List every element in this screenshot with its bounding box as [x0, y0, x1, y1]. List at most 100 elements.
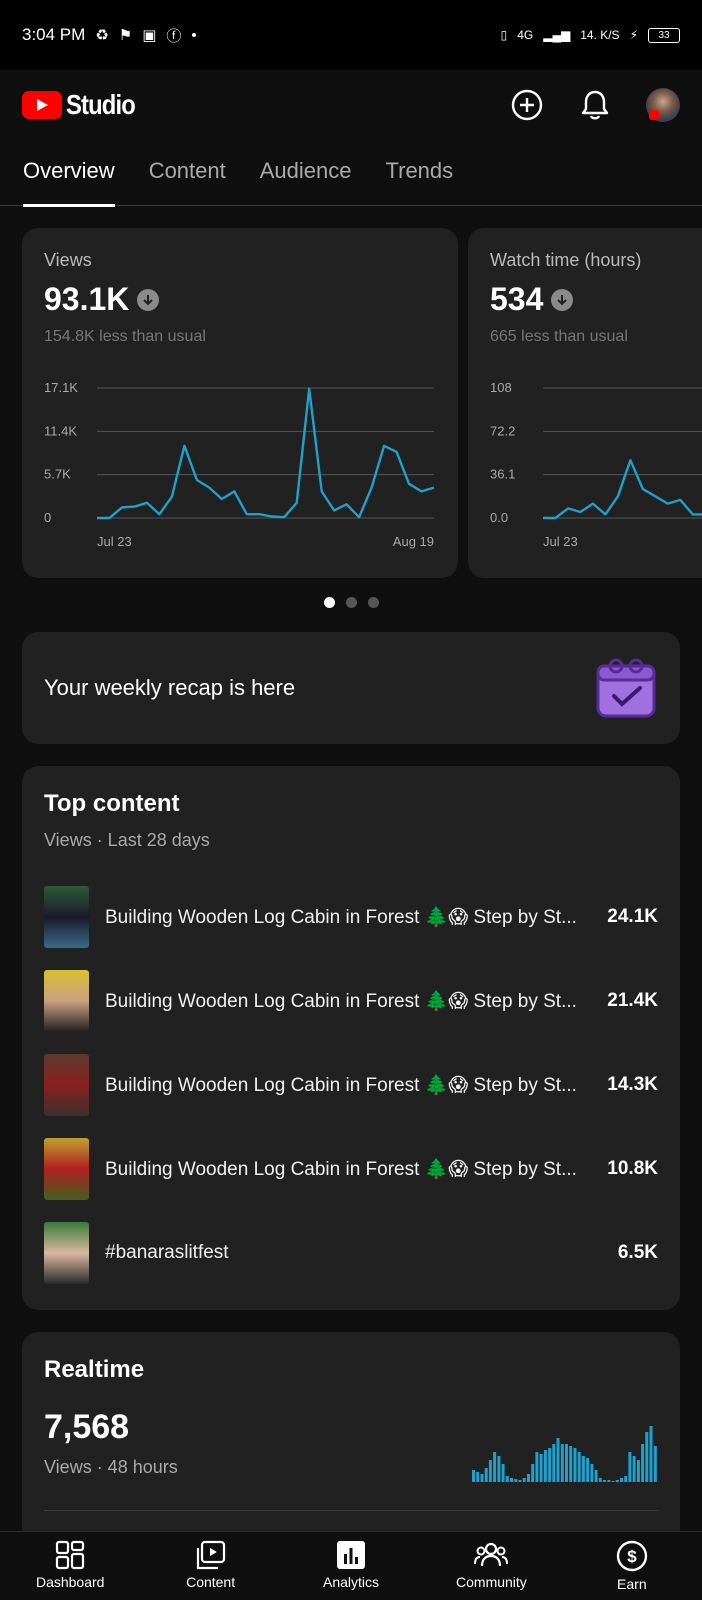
video-views: 24.1K: [607, 906, 658, 927]
realtime-bar: [611, 1481, 615, 1482]
realtime-bar: [531, 1464, 535, 1482]
watch-time-card[interactable]: Watch time (hours) 534 665 less than usu…: [468, 228, 702, 578]
top-content-item[interactable]: Building Wooden Log Cabin in Forest 🌲😱 S…: [44, 1043, 658, 1127]
video-title: Building Wooden Log Cabin in Forest 🌲😱 S…: [105, 1159, 577, 1180]
realtime-bar: [510, 1478, 513, 1482]
analytics-icon: [337, 1541, 366, 1569]
video-views: 6.5K: [617, 1242, 658, 1263]
realtime-bar: [497, 1456, 501, 1482]
calendar-check-icon: [596, 658, 656, 718]
tab-trends[interactable]: Trends: [386, 140, 454, 206]
nav-label: Content: [186, 1574, 236, 1590]
vpn-icon: ▣: [142, 27, 157, 44]
carousel-dot[interactable]: [345, 597, 357, 608]
video-thumbnail: [44, 886, 89, 948]
app-notification-icon: ⚑: [118, 27, 133, 44]
nav-dashboard[interactable]: Dashboard: [0, 1532, 140, 1600]
video-title: Building Wooden Log Cabin in Forest 🌲😱 S…: [105, 991, 577, 1012]
realtime-bar: [573, 1448, 577, 1482]
section-title: Top content: [44, 790, 180, 817]
metric-label: Watch time (hours): [490, 250, 642, 270]
series-line: [543, 458, 702, 520]
y-tick-label: 108: [490, 380, 512, 395]
content-icon: [196, 1540, 225, 1570]
y-tick-label: 5.7K: [44, 467, 71, 482]
nav-content[interactable]: Content: [140, 1532, 280, 1600]
facebook-icon: ⓕ: [166, 27, 182, 45]
y-tick-label: 0.0: [490, 510, 508, 525]
top-content-item[interactable]: #banaraslitfest 6.5K: [44, 1211, 658, 1295]
watch-time-chart: 108 72.2 36.1 0.0 Jul 23: [490, 380, 702, 549]
tab-content[interactable]: Content: [149, 140, 226, 206]
nav-earn[interactable]: $ Earn: [562, 1532, 702, 1600]
views-chart: 17.1K 11.4K 5.7K 0 Jul 23 Aug 19: [44, 380, 435, 549]
realtime-bar: [514, 1479, 518, 1482]
youtube-studio-logo[interactable]: Studio: [22, 89, 147, 121]
realtime-bar: [493, 1452, 497, 1482]
arrow-down-icon: [137, 288, 160, 311]
nav-analytics[interactable]: Analytics: [281, 1532, 421, 1600]
top-content-item[interactable]: Building Wooden Log Cabin in Forest 🌲😱 S…: [44, 1127, 658, 1211]
realtime-bar: [501, 1464, 505, 1482]
y-tick-label: 17.1K: [44, 380, 78, 395]
status-bar: 3:04 PM ♻ ⚑ ▣ ⓕ • ▯ 4G ▂▄▆ 14. K/S ⚡ 33: [0, 0, 702, 70]
y-tick-label: 72.2: [490, 423, 515, 438]
realtime-bar: [552, 1444, 556, 1482]
realtime-bar: [560, 1444, 564, 1482]
earn-icon: $: [616, 1540, 648, 1572]
carousel-dot[interactable]: [323, 597, 335, 608]
avatar[interactable]: [646, 88, 680, 122]
top-content-item[interactable]: Building Wooden Log Cabin in Forest 🌲😱 S…: [44, 875, 658, 959]
video-thumbnail: [44, 970, 89, 1032]
create-button[interactable]: [510, 88, 544, 122]
section-subtitle: Views · Last 28 days: [44, 830, 210, 850]
x-tick-label: Jul 23: [543, 534, 578, 549]
x-tick-label: Aug 19: [393, 534, 434, 549]
video-title: Building Wooden Log Cabin in Forest 🌲😱 S…: [105, 1075, 577, 1096]
realtime-bar: [628, 1452, 632, 1482]
system-status: ▯ 4G ▂▄▆ 14. K/S ⚡ 33: [501, 27, 680, 43]
video-thumbnail: [44, 1054, 89, 1116]
views-card[interactable]: Views 93.1K 154.8K less than usual 17.1K…: [22, 228, 458, 578]
realtime-bar: [594, 1470, 598, 1482]
notification-icons: ♻ ⚑ ▣ ⓕ •: [95, 25, 196, 46]
realtime-bar: [586, 1458, 590, 1482]
tab-overview[interactable]: Overview: [23, 140, 115, 207]
app-name: Studio: [66, 89, 136, 120]
notifications-button[interactable]: [578, 88, 612, 122]
realtime-bar: [620, 1478, 623, 1482]
realtime-bar: [565, 1444, 568, 1482]
video-views: 21.4K: [607, 990, 658, 1011]
metric-change: 665 less than usual: [490, 328, 628, 345]
video-thumbnail: [44, 1138, 89, 1200]
content-list: Building Wooden Log Cabin in Forest 🌲😱 S…: [44, 875, 658, 1295]
video-views: 10.8K: [607, 1158, 658, 1179]
divider: [44, 1510, 658, 1511]
video-title: Building Wooden Log Cabin in Forest 🌲😱 S…: [105, 907, 577, 928]
metrics-carousel[interactable]: Views 93.1K 154.8K less than usual 17.1K…: [22, 228, 702, 578]
svg-text:$: $: [627, 1547, 637, 1566]
youtube-play-icon: [22, 91, 62, 119]
y-tick-label: 36.1: [490, 467, 515, 482]
series-line: [97, 387, 435, 520]
carousel-dot[interactable]: [367, 597, 379, 608]
metric-change: 154.8K less than usual: [44, 328, 206, 345]
realtime-bar-chart: [472, 1426, 657, 1482]
app-header: Studio: [0, 70, 702, 140]
nav-label: Community: [456, 1574, 527, 1590]
weekly-recap-card[interactable]: Your weekly recap is here: [22, 632, 680, 744]
metric-value: 93.1K: [44, 281, 130, 317]
realtime-bar: [548, 1448, 552, 1482]
recap-text: Your weekly recap is here: [44, 675, 296, 700]
tab-audience[interactable]: Audience: [260, 140, 352, 206]
network-speed: 14. K/S: [580, 28, 620, 42]
section-title: Realtime: [44, 1356, 145, 1383]
realtime-bar: [518, 1480, 522, 1482]
dashboard-icon: [56, 1540, 85, 1570]
video-views: 14.3K: [607, 1074, 658, 1095]
nav-label: Earn: [617, 1576, 647, 1592]
top-content-item[interactable]: Building Wooden Log Cabin in Forest 🌲😱 S…: [44, 959, 658, 1043]
tab-bar: Overview Content Audience Trends: [0, 140, 702, 207]
realtime-bar: [488, 1460, 492, 1482]
nav-community[interactable]: Community: [421, 1532, 561, 1600]
